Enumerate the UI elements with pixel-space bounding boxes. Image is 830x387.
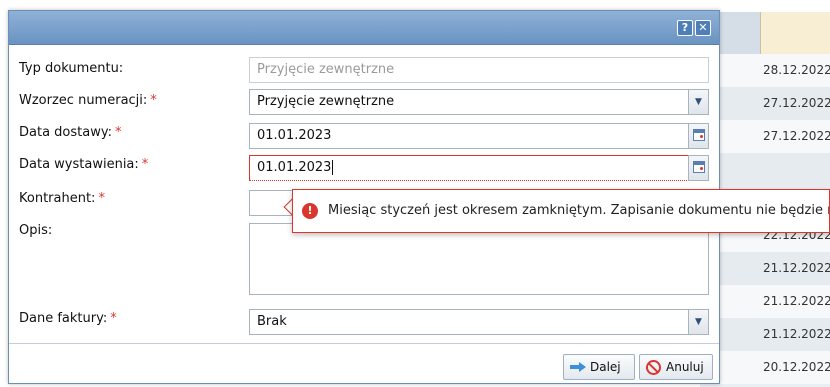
doc-type-label: Typ dokumentu: (19, 61, 124, 76)
invoice-select[interactable]: Brak (249, 309, 689, 335)
calendar-icon (693, 161, 705, 173)
text-caret (332, 160, 334, 175)
row-date: 27.12.2022 (763, 96, 830, 110)
issue-date-label: Data wystawienia: * (19, 157, 149, 172)
calendar-icon (693, 129, 705, 141)
description-textarea[interactable] (249, 223, 709, 295)
table-header-date-column[interactable] (760, 12, 830, 54)
required-mark: * (98, 191, 105, 206)
required-mark: * (114, 125, 122, 140)
contractor-label: Kontrahent: * (19, 191, 105, 206)
next-button-label: Dalej (590, 360, 621, 374)
error-tooltip: ! Miesiąc styczeń jest okresem zamknięty… (292, 189, 830, 233)
issue-date-picker-button[interactable] (688, 155, 709, 181)
delivery-date-label: Data dostawy: * (19, 125, 122, 140)
cancel-icon (646, 360, 661, 375)
error-message: Miesiąc styczeń jest okresem zamkniętym.… (328, 203, 830, 218)
row-date: 21.12.2022 (763, 261, 830, 275)
required-mark: * (110, 311, 117, 326)
numbering-select[interactable]: Przyjęcie zewnętrzne (249, 89, 689, 115)
arrow-right-icon (570, 362, 586, 372)
dialog-footer-divider (9, 343, 719, 344)
row-date: 28.12.2022 (763, 63, 830, 77)
doc-type-field: Przyjęcie zewnętrzne (249, 57, 709, 83)
chevron-down-icon[interactable]: ▼ (688, 309, 709, 335)
cancel-button-label: Anuluj (666, 360, 704, 374)
issue-date-value: 01.01.2023 (257, 160, 332, 175)
delivery-date-input[interactable]: 01.01.2023 (249, 123, 689, 149)
required-mark: * (150, 93, 157, 108)
close-icon[interactable]: ✕ (695, 20, 711, 36)
row-date (763, 153, 830, 186)
help-icon[interactable]: ? (677, 20, 693, 36)
cancel-button[interactable]: Anuluj (639, 354, 713, 380)
numbering-label: Wzorzec numeracji: * (19, 93, 157, 108)
invoice-label: Dane faktury: * (19, 311, 117, 326)
required-mark: * (141, 157, 149, 172)
row-date: 27.12.2022 (763, 129, 830, 143)
dialog-titlebar[interactable]: ? ✕ (9, 11, 719, 45)
description-label: Opis: (19, 223, 53, 238)
delivery-date-picker-button[interactable] (688, 123, 709, 149)
error-icon: ! (302, 203, 318, 219)
row-date: 20.12.2022 (763, 360, 830, 374)
issue-date-input[interactable]: 01.01.2023 (249, 155, 689, 181)
row-date: 21.12.2022 (763, 294, 830, 308)
chevron-down-icon[interactable]: ▼ (688, 89, 709, 115)
row-date: 21.12.2022 (763, 327, 830, 341)
next-button[interactable]: Dalej (563, 354, 635, 380)
